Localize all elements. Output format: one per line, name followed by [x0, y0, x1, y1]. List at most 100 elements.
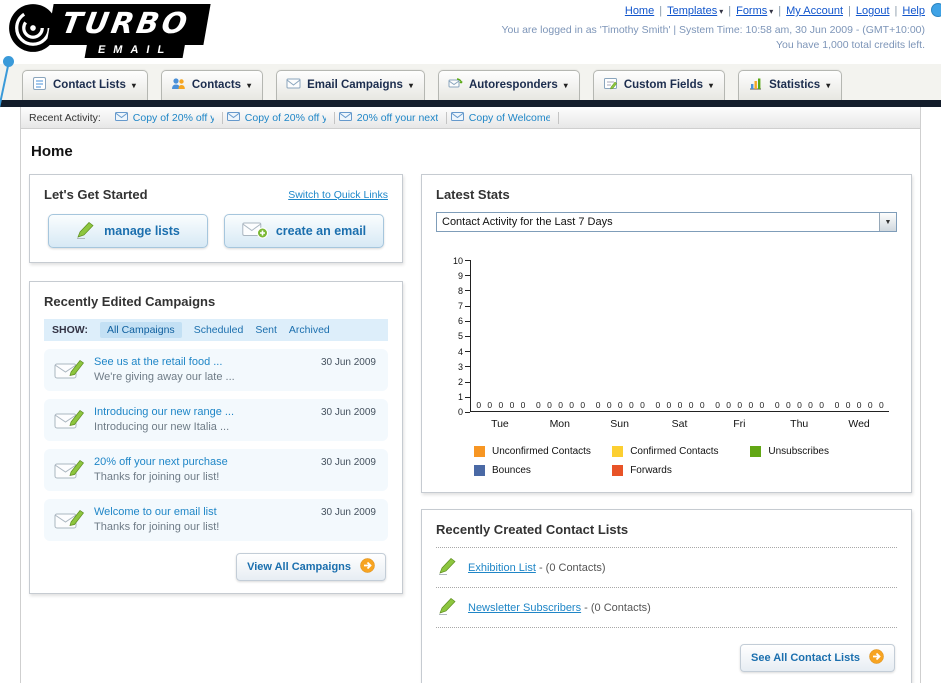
chart-legend: Unconfirmed Contacts Confirmed Contacts Un…: [474, 446, 889, 476]
y-axis-tick: 9: [444, 271, 470, 281]
campaign-title-link[interactable]: 20% off your next purchase: [94, 456, 308, 468]
contact-list-meta: - (0 Contacts): [538, 561, 606, 574]
see-all-contact-lists-button[interactable]: See All Contact Lists: [739, 644, 895, 672]
left-column: Let's Get Started Switch to Quick Links …: [29, 174, 403, 594]
dropdown-arrow-icon: ▾: [563, 80, 568, 90]
nav-link-help[interactable]: Help: [902, 5, 925, 17]
create-email-button[interactable]: create an email: [224, 214, 384, 248]
contact-list-item[interactable]: Exhibition List - (0 Contacts): [436, 548, 897, 588]
y-axis-tick: 6: [444, 316, 470, 326]
legend-swatch: [750, 446, 762, 457]
dropdown-arrow-icon: ▾: [131, 80, 136, 90]
tab-email-campaigns[interactable]: Email Campaigns ▾: [276, 70, 425, 100]
view-all-campaigns-button[interactable]: View All Campaigns: [236, 553, 386, 581]
campaign-list-item[interactable]: See us at the retail food ... We're givi…: [44, 349, 388, 391]
manage-lists-button[interactable]: manage lists: [48, 214, 208, 248]
legend-label: Bounces: [492, 465, 531, 476]
decor-dot-icon: [931, 3, 941, 17]
activity-link[interactable]: Copy of 20% off yo: [133, 112, 214, 124]
legend-label: Unconfirmed Contacts: [492, 446, 591, 457]
campaign-list-item[interactable]: 20% off your next purchase Thanks for jo…: [44, 449, 388, 491]
chart-value-labels: 0 0 0 0 0: [774, 400, 824, 410]
recent-activity-bar: Recent Activity: Copy of 20% off yo Copy…: [21, 107, 920, 129]
y-axis-tick: 10: [444, 256, 470, 266]
application-window: TURBO EMAIL Home | Templates ▾ | Forms ▾ | My Ac…: [0, 0, 941, 683]
logo-secondary-text: EMAIL: [84, 41, 186, 58]
separator: |: [778, 5, 782, 17]
envelope-icon: [338, 111, 352, 124]
tab-contact-lists[interactable]: Contact Lists ▾: [22, 70, 148, 100]
recent-activity-item[interactable]: Copy of Welcome to: [447, 111, 559, 124]
tab-statistics[interactable]: Statistics ▾: [738, 70, 843, 100]
get-started-title: Let's Get Started: [44, 187, 148, 202]
x-axis-label: Tue: [491, 418, 509, 430]
campaign-filter-bar: SHOW: All Campaigns Scheduled Sent Archi…: [44, 319, 388, 341]
recent-activity-item[interactable]: Copy of 20% off yo: [223, 111, 335, 124]
contacts-icon: [171, 76, 186, 94]
campaign-date: 30 Jun 2009: [320, 507, 376, 518]
campaign-list-item[interactable]: Introducing our new range ... Introducin…: [44, 399, 388, 441]
dropdown-arrow-icon: ▾: [247, 80, 252, 90]
campaign-subtitle: We're giving away our late ...: [94, 371, 235, 383]
campaigns-title: Recently Edited Campaigns: [44, 294, 216, 309]
legend-item: Unconfirmed Contacts: [474, 446, 612, 457]
legend-item: Bounces: [474, 465, 612, 476]
page-title: Home: [31, 143, 73, 160]
tab-contacts[interactable]: Contacts ▾: [160, 70, 264, 100]
page-header: TURBO EMAIL Home | Templates ▾ | Forms ▾ | My Ac…: [0, 0, 941, 64]
dropdown-arrow-icon: ▾: [826, 80, 831, 90]
activity-link[interactable]: Copy of 20% off yo: [245, 112, 326, 124]
y-axis-tick: 4: [444, 347, 470, 357]
nav-link-forms[interactable]: Forms ▾: [736, 5, 773, 17]
campaign-subtitle: Thanks for joining our list!: [94, 521, 220, 533]
y-axis-tick: 8: [444, 286, 470, 296]
chart-value-labels: 0 0 0 0 0: [655, 400, 705, 410]
campaign-list-item[interactable]: Welcome to our email list Thanks for joi…: [44, 499, 388, 541]
tab-label: Autoresponders: [468, 79, 558, 91]
logo-primary-text: TURBO: [46, 3, 212, 45]
campaigns-panel: Recently Edited Campaigns SHOW: All Camp…: [29, 281, 403, 594]
switch-quick-links-link[interactable]: Switch to Quick Links: [288, 189, 388, 201]
header-right: Home | Templates ▾ | Forms ▾ | My Account | Logout…: [501, 5, 925, 51]
nav-link-home[interactable]: Home: [625, 5, 654, 17]
activity-link[interactable]: 20% off your next p: [357, 112, 438, 124]
button-label: manage lists: [104, 224, 180, 238]
stats-period-select[interactable]: Contact Activity for the Last 7 Days ▼: [436, 212, 897, 232]
filter-all-campaigns[interactable]: All Campaigns: [99, 322, 182, 338]
envelope-icon: [114, 111, 128, 124]
button-label: create an email: [275, 224, 367, 238]
nav-link-logout[interactable]: Logout: [856, 5, 890, 17]
y-axis-tick: 7: [444, 301, 470, 311]
nav-link-my-account[interactable]: My Account: [786, 5, 843, 17]
nav-divider-bar: [0, 100, 941, 107]
filter-archived[interactable]: Archived: [289, 324, 330, 336]
filter-scheduled[interactable]: Scheduled: [194, 324, 244, 336]
email-campaigns-icon: [286, 76, 301, 94]
activity-link[interactable]: Copy of Welcome to: [469, 112, 550, 124]
contact-list-link[interactable]: Newsletter Subscribers: [468, 602, 581, 614]
dropdown-arrow-icon: ▾: [719, 7, 724, 16]
campaign-date: 30 Jun 2009: [320, 457, 376, 468]
select-value: Contact Activity for the Last 7 Days: [442, 216, 613, 228]
filter-sent[interactable]: Sent: [255, 324, 277, 336]
campaign-title-link[interactable]: Introducing our new range ...: [94, 406, 308, 418]
recent-activity-item[interactable]: Copy of 20% off yo: [111, 111, 223, 124]
contact-lists-icon: [32, 76, 47, 94]
campaign-title-link[interactable]: See us at the retail food ...: [94, 356, 308, 368]
separator: |: [728, 5, 732, 17]
envelope-icon: [450, 111, 464, 124]
x-axis-label: Thu: [790, 418, 809, 430]
recent-activity-item[interactable]: 20% off your next p: [335, 111, 447, 124]
contact-list-link[interactable]: Exhibition List: [468, 562, 536, 574]
campaign-title-link[interactable]: Welcome to our email list: [94, 506, 308, 518]
get-started-panel: Let's Get Started Switch to Quick Links …: [29, 174, 403, 263]
app-logo[interactable]: TURBO EMAIL: [8, 3, 212, 58]
tab-autoresponders[interactable]: Autoresponders ▾: [437, 70, 580, 100]
nav-link-templates[interactable]: Templates ▾: [667, 5, 723, 17]
legend-swatch: [612, 465, 624, 476]
pencil-icon: [438, 557, 458, 578]
tab-custom-fields[interactable]: Custom Fields ▾: [592, 70, 726, 100]
chart-value-labels: 0 0 0 0 0: [595, 400, 645, 410]
x-axis-label: Fri: [733, 418, 746, 430]
contact-list-item[interactable]: Newsletter Subscribers - (0 Contacts): [436, 588, 897, 628]
